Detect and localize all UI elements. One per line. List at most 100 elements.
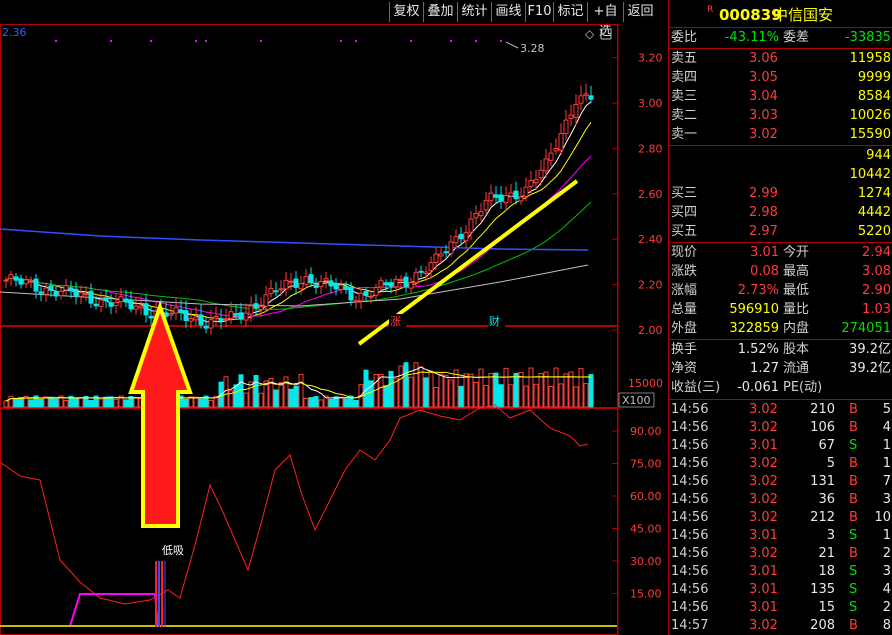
stat-value: 2.73% [737, 283, 779, 298]
toolbar-button-2[interactable]: 统计 [457, 2, 491, 22]
event-tag-zhang[interactable]: 涨 [389, 314, 406, 328]
diamond-icon[interactable]: ◇ [585, 27, 595, 41]
volume-bar [8, 395, 14, 408]
ask-row[interactable]: 卖一 3.02 15590 [669, 126, 892, 144]
toolbar-button-4[interactable]: F10 [525, 2, 553, 22]
candle-up [393, 278, 399, 288]
dot-marker [355, 40, 357, 42]
stat-label: 现价 [671, 245, 698, 260]
trade-row[interactable]: 14:56 3.01 18 S 3 [669, 563, 892, 581]
volume-bar [458, 385, 464, 408]
candle-up [428, 262, 434, 271]
indicator-tick-label: 45.00 [630, 523, 662, 536]
trade-price: 3.02 [749, 474, 778, 489]
bid-row[interactable]: 944 [669, 147, 892, 165]
bid-row[interactable]: 10442 [669, 166, 892, 184]
ask-row[interactable]: 卖三 3.04 8584 [669, 88, 892, 106]
trade-row[interactable]: 14:56 3.02 212 B 10 [669, 509, 892, 527]
price-tick-label: 2.80 [638, 142, 663, 155]
trade-price: 3.02 [749, 618, 778, 633]
volume-bar [403, 362, 409, 408]
trade-count: 7 [882, 474, 891, 489]
toolbar-button-6[interactable]: +自选 [587, 2, 623, 39]
bid-row[interactable]: 买四 2.98 4442 [669, 204, 892, 222]
trade-row[interactable]: 14:56 3.01 135 S 4 [669, 581, 892, 599]
volume-bar [488, 372, 494, 408]
toolbar-button-3[interactable]: 画线 [491, 2, 525, 22]
ask-row[interactable]: 卖二 3.03 10026 [669, 107, 892, 125]
bid-row[interactable]: 买五 2.97 5220 [669, 223, 892, 241]
trade-row[interactable]: 14:57 3.02 208 B 8 [669, 617, 892, 635]
svg-text:3.28: 3.28 [520, 42, 545, 55]
trade-count: 3 [882, 492, 891, 507]
candle-up [578, 95, 584, 104]
toolbar-button-5[interactable]: 标记 [553, 2, 587, 22]
candle-down [253, 303, 259, 309]
trade-time: 14:56 [671, 402, 709, 417]
volume-bar [453, 369, 459, 408]
volume-bar [13, 397, 19, 408]
trade-time: 14:56 [671, 474, 709, 489]
volume-bar [483, 384, 489, 408]
volume-bar [503, 367, 509, 408]
volume-bar [303, 397, 309, 408]
candle-up [413, 272, 419, 283]
event-tag-cai[interactable]: 财 [488, 314, 505, 328]
candle-up [378, 280, 384, 288]
volume-unit: X100 [622, 394, 651, 407]
chart-area[interactable]: 2.36 ◇ 3.20 3.00 2.80 2.60 2.40 2.20 2.00 3.28… [0, 24, 667, 635]
trade-price: 3.01 [749, 582, 778, 597]
trade-time: 14:56 [671, 510, 709, 525]
candle-down [178, 309, 184, 314]
candle-down [348, 286, 354, 301]
trade-row[interactable]: 14:56 3.02 210 B 5 [669, 401, 892, 419]
stat-label: 涨跌 [671, 264, 698, 279]
candle-up [28, 280, 34, 283]
trade-row[interactable]: 14:56 3.02 21 B 2 [669, 545, 892, 563]
candle-up [568, 114, 574, 119]
candle-up [548, 152, 554, 161]
indicator-chart-frame [0, 408, 618, 635]
toolbar-button-0[interactable]: 复权 [389, 2, 423, 22]
bid-volume: 5220 [857, 224, 891, 239]
candle-up [398, 278, 404, 282]
ask-price: 3.03 [749, 108, 778, 123]
trade-price: 3.01 [749, 600, 778, 615]
fundamental-value: 39.2亿 [849, 342, 891, 357]
volume-bar [183, 398, 189, 408]
trade-row[interactable]: 14:56 3.02 106 B 4 [669, 419, 892, 437]
trade-price: 3.02 [749, 420, 778, 435]
toolbar-button-1[interactable]: 叠加 [423, 2, 457, 22]
ask-price: 3.06 [749, 51, 778, 66]
ask-row[interactable]: 卖四 3.05 9999 [669, 69, 892, 87]
trade-side: B [849, 456, 858, 471]
trade-row[interactable]: 14:56 3.01 15 S 2 [669, 599, 892, 617]
volume-bar [553, 367, 559, 408]
bid-row[interactable]: 买三 2.99 1274 [669, 185, 892, 203]
bid-volume: 1274 [857, 186, 891, 201]
trade-price: 3.01 [749, 528, 778, 543]
volume-bar [193, 396, 199, 408]
dot-marker [150, 40, 152, 42]
trade-row[interactable]: 14:56 3.01 67 S 1 [669, 437, 892, 455]
trade-time: 14:56 [671, 528, 709, 543]
trade-row[interactable]: 14:56 3.02 36 B 3 [669, 491, 892, 509]
trade-row[interactable]: 14:56 3.01 3 S 1 [669, 527, 892, 545]
window-box-icon[interactable] [600, 28, 612, 40]
price-axis: 3.20 3.00 2.80 2.60 2.40 2.20 2.00 [612, 52, 663, 337]
trade-row[interactable]: 14:56 3.02 131 B 7 [669, 473, 892, 491]
candle-down [513, 190, 519, 200]
ask-row[interactable]: 卖五 3.06 11958 [669, 50, 892, 68]
toolbar-button-7[interactable]: 返回 [623, 2, 657, 22]
candle-down [18, 278, 24, 285]
candle-down [128, 299, 134, 310]
candle-down [88, 290, 94, 304]
stock-name: 中信国安 [773, 6, 834, 24]
stat-value: 596910 [729, 302, 779, 317]
candle-down [183, 310, 189, 322]
candle-up [408, 282, 414, 289]
candle-up [533, 179, 539, 184]
candle-down [293, 278, 299, 288]
volume-bar [563, 373, 569, 408]
trade-row[interactable]: 14:56 3.02 5 B 1 [669, 455, 892, 473]
